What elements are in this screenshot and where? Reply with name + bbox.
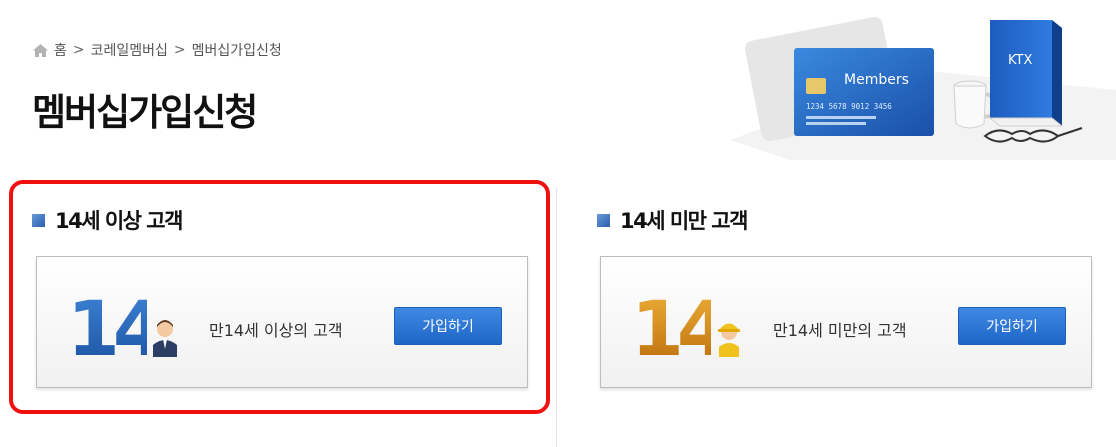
age-14-badge: 14	[67, 287, 147, 361]
card-under14: 14 만14세 미만의 고객 가입하기	[600, 256, 1092, 388]
column-divider	[556, 188, 557, 447]
join-button-over14[interactable]: 가입하기	[394, 307, 502, 345]
section-under14: 14세 미만 고객	[597, 205, 748, 235]
hero-card-text: Members	[844, 72, 909, 88]
section-title-under14: 14세 미만 고객	[597, 205, 748, 235]
page-title: 멤버십가입신청	[32, 91, 258, 134]
age-14-badge: 14	[631, 287, 711, 361]
home-icon[interactable]	[33, 43, 48, 57]
card-description: 만14세 이상의 고객	[209, 321, 343, 340]
breadcrumb: 홈 > 코레일멤버십 > 멤버십가입신청	[33, 40, 282, 60]
age-number: 14	[631, 287, 711, 361]
join-button-under14[interactable]: 가입하기	[958, 307, 1066, 345]
section-over14: 14세 이상 고객	[32, 205, 183, 235]
section-title-over14: 14세 이상 고객	[32, 205, 183, 235]
hero-card-number: 1234 5678 9012 3456	[806, 102, 892, 111]
hero-illustration: Members 1234 5678 9012 3456 KTX	[670, 10, 1116, 160]
section-title-text: 14세 미만 고객	[620, 209, 748, 233]
breadcrumb-separator: >	[72, 42, 85, 58]
child-person-icon	[718, 323, 740, 357]
square-bullet-icon	[32, 213, 45, 227]
breadcrumb-separator: >	[173, 42, 186, 58]
square-bullet-icon	[597, 213, 610, 227]
breadcrumb-item-current: 멤버십가입신청	[191, 43, 282, 59]
breadcrumb-item-membership[interactable]: 코레일멤버십	[91, 40, 168, 60]
card-description: 만14세 미만의 고객	[773, 321, 907, 340]
section-title-text: 14세 이상 고객	[55, 209, 183, 233]
hero-book-text: KTX	[1008, 53, 1032, 68]
breadcrumb-home[interactable]: 홈	[54, 40, 67, 60]
adult-person-icon	[153, 320, 177, 357]
age-number: 14	[67, 287, 147, 361]
card-over14: 14 만14세 이상의 고객 가입하기	[36, 256, 528, 388]
